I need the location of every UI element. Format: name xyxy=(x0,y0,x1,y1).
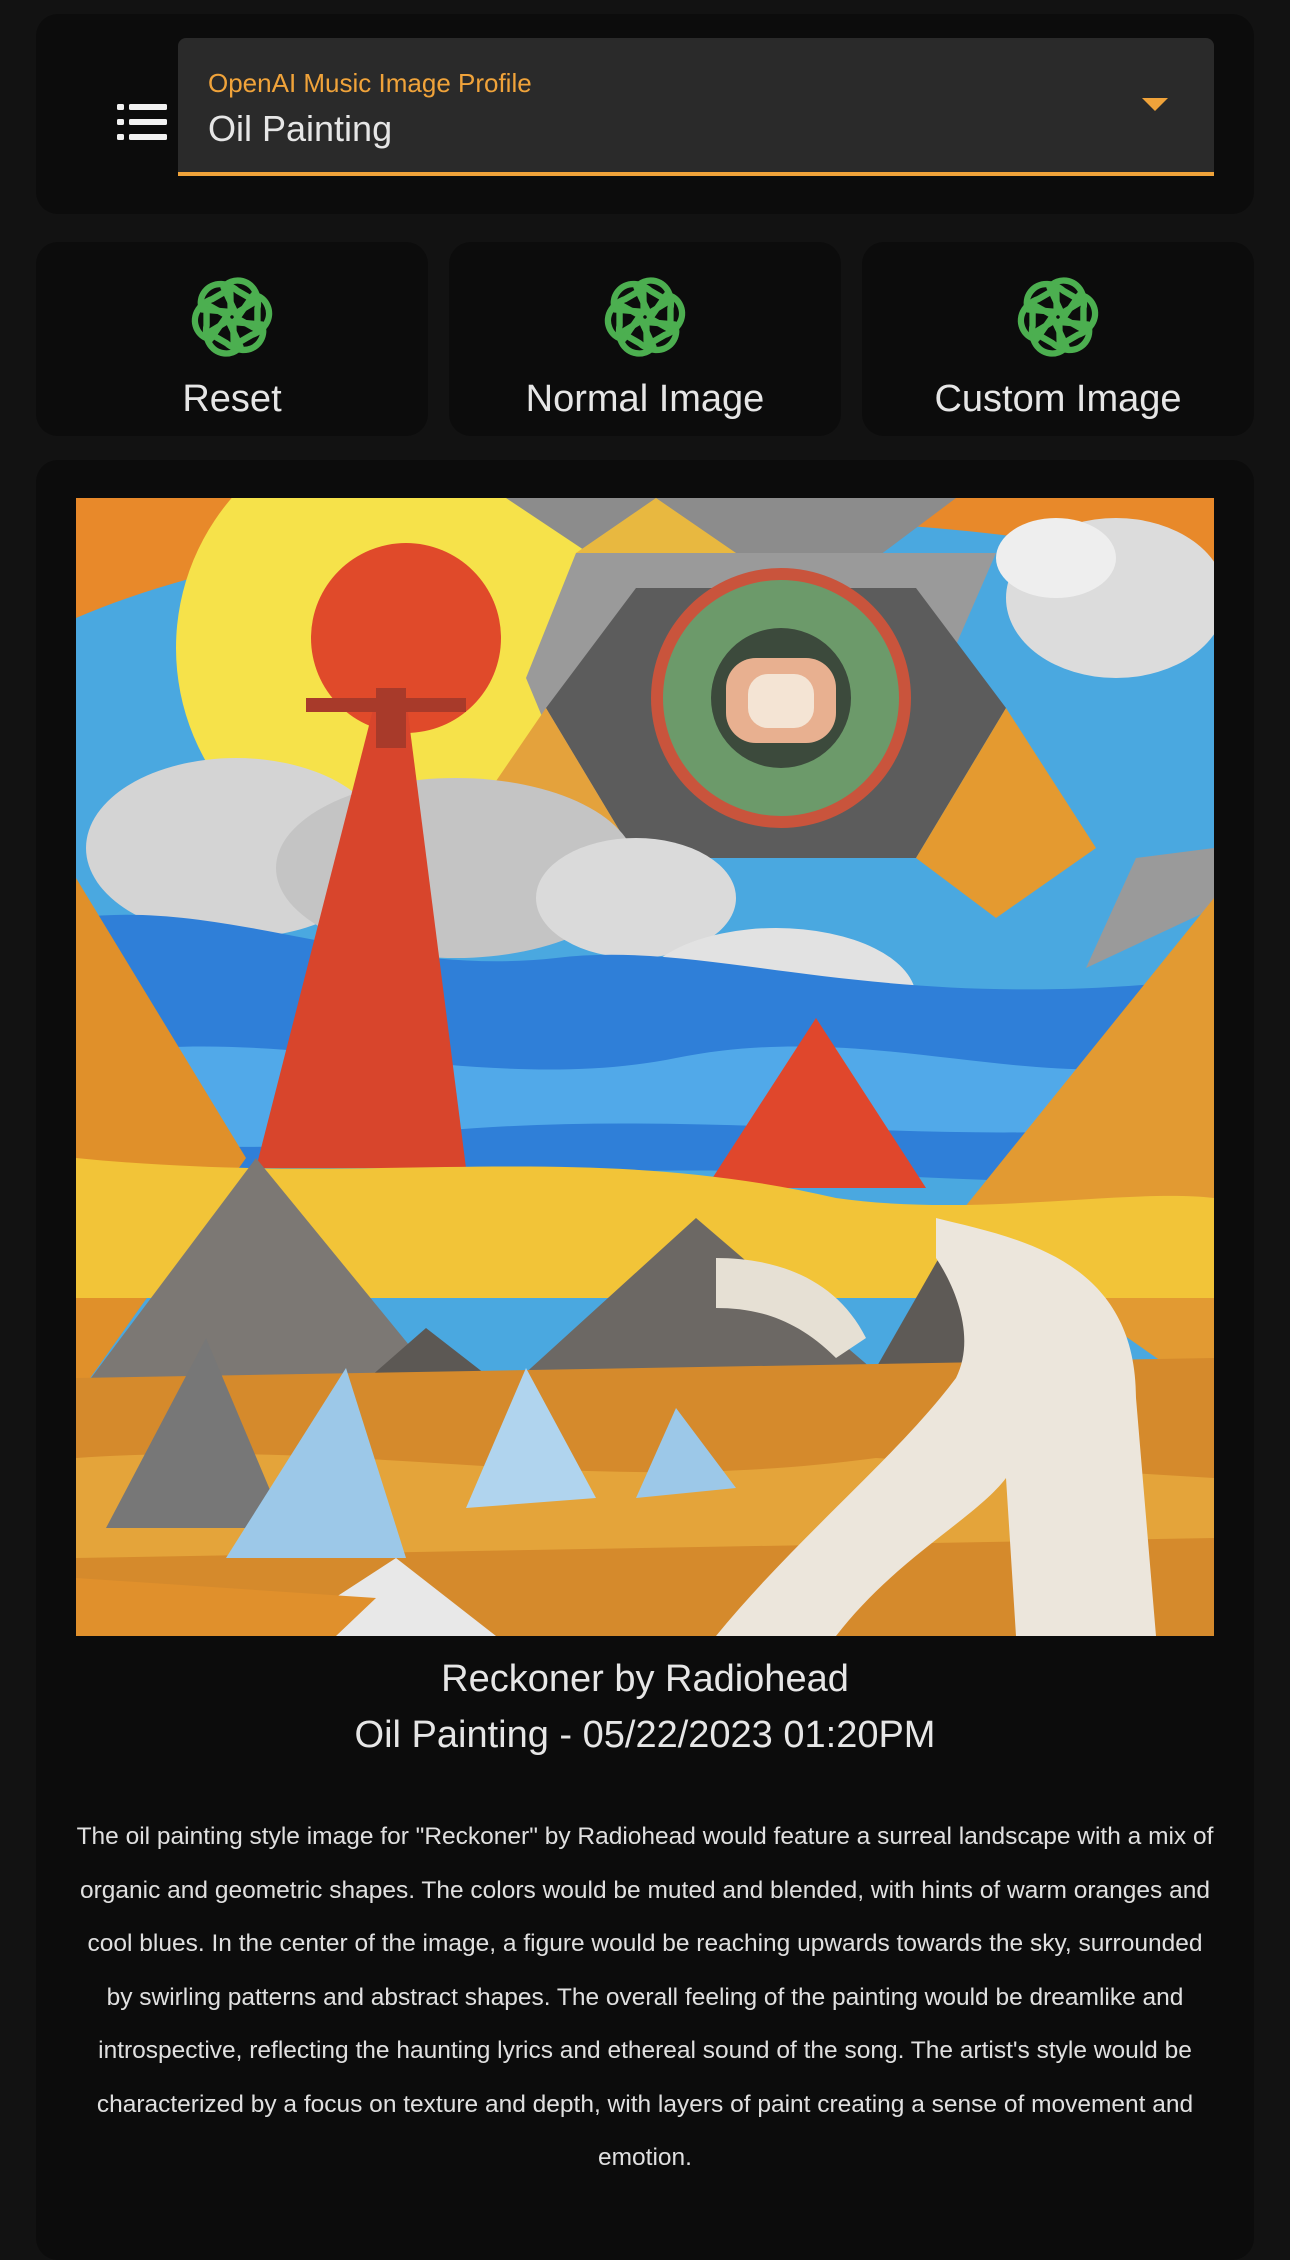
profile-dropdown[interactable]: OpenAI Music Image Profile Oil Painting xyxy=(178,38,1214,176)
reset-button[interactable]: Reset xyxy=(36,242,428,436)
reset-button-label: Reset xyxy=(182,378,282,420)
custom-image-button[interactable]: Custom Image xyxy=(862,242,1254,436)
normal-image-button-label: Normal Image xyxy=(525,378,765,420)
custom-image-button-label: Custom Image xyxy=(934,378,1182,420)
list-menu-icon xyxy=(117,104,167,140)
profile-dropdown-value: Oil Painting xyxy=(208,108,393,149)
profile-selector-card: OpenAI Music Image Profile Oil Painting xyxy=(36,14,1254,214)
image-description: The oil painting style image for "Reckon… xyxy=(76,1823,1214,2171)
artwork-card: Reckoner by Radiohead Oil Painting - 05/… xyxy=(36,460,1254,2260)
profile-dropdown-label: OpenAI Music Image Profile xyxy=(208,68,532,98)
normal-image-button[interactable]: Normal Image xyxy=(449,242,841,436)
openai-logo-icon xyxy=(1017,277,1099,357)
song-title: Reckoner by Radiohead xyxy=(441,1658,849,1700)
caret-down-icon xyxy=(1142,98,1168,111)
song-style-timestamp: Oil Painting - 05/22/2023 01:20PM xyxy=(354,1714,936,1756)
openai-logo-icon xyxy=(191,277,273,357)
menu-button[interactable] xyxy=(94,74,190,170)
generated-artwork-image xyxy=(76,498,1214,1636)
openai-logo-icon xyxy=(604,277,686,357)
